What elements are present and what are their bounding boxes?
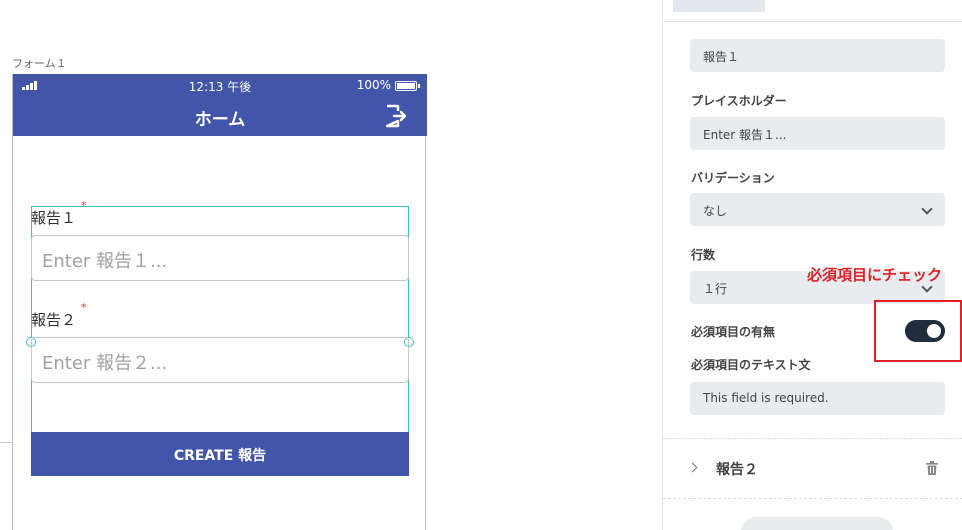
validation-select[interactable]: なし [690,193,945,226]
logout-icon[interactable] [385,104,407,128]
annotation-text: 必須項目にチェック [807,266,943,284]
nav-bar: ホーム [13,96,427,136]
required-text-field[interactable]: This field is required. [690,382,945,415]
design-canvas: フォーム１ 12:13 午後 100% ホーム 報告１ * Enter 報告１.… [0,0,662,530]
required-mark-2: * [81,301,87,314]
required-text-label: 必須項目のテキスト文 [691,358,811,372]
accordion-item-report-2[interactable]: 報告２ [716,459,758,479]
rows-label: 行数 [691,248,716,262]
tab-active[interactable] [673,0,765,12]
add-field-button[interactable] [741,517,893,530]
validation-label: バリデーション [691,171,775,185]
form-caption: フォーム１ [12,57,67,70]
battery-icon [395,81,420,91]
page-title: ホーム [194,110,246,130]
battery-percent: 100% [356,78,391,92]
property-panel: 報告１ プレイスホルダー Enter 報告１... バリデーション なし 行数 … [662,0,962,530]
panel-tabs [663,0,962,22]
required-label: 必須項目の有無 [691,325,776,339]
report-2-input[interactable]: Enter 報告２... [31,337,409,383]
divider [663,438,962,439]
annotation-box [874,300,962,362]
field-label-2: 報告２ [31,311,77,329]
chevron-right-icon[interactable] [687,462,698,473]
chevron-down-icon [921,203,933,215]
trash-icon[interactable] [926,461,938,475]
validation-value: なし [703,204,728,218]
report-1-input[interactable]: Enter 報告１... [31,235,409,281]
required-mark-1: * [81,199,87,212]
divider [663,498,962,499]
placeholder-field[interactable]: Enter 報告１... [690,117,945,150]
rows-value: １行 [703,282,728,296]
label-field[interactable]: 報告１ [690,39,945,72]
status-bar: 12:13 午後 100% [13,74,427,96]
create-report-button[interactable]: CREATE 報告 [31,432,409,476]
placeholder-label: プレイスホルダー [691,94,787,108]
field-label-1: 報告１ [31,209,77,227]
phone-preview: 12:13 午後 100% ホーム 報告１ * Enter 報告１... 報告２… [12,74,427,530]
